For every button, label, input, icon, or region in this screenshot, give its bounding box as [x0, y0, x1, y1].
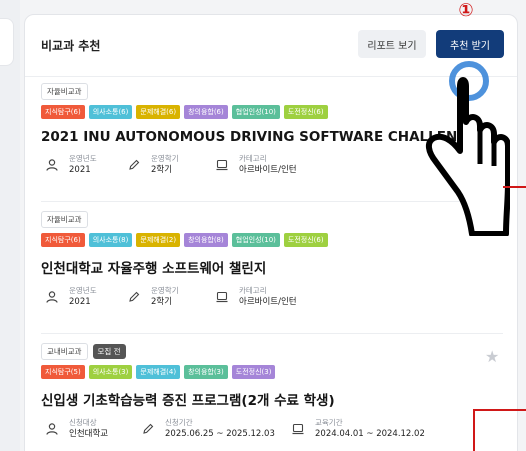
program-card[interactable]: 교내비교과 모집 전 지식탐구(5) 의사소통(3) 문제해결(4) 창의융합(…: [41, 342, 503, 443]
apply-period-value: 2025.06.25 ~ 2025.12.03: [165, 429, 275, 439]
recommend-button[interactable]: 추천 받기: [436, 30, 504, 58]
competency-tag: 의사소통(6): [88, 105, 133, 119]
red-annotation-line: [503, 186, 526, 188]
category-label: 카테고리: [239, 154, 267, 163]
competency-tag: 창의융합(3): [184, 365, 228, 379]
competency-tags: 지식탐구(5) 의사소통(3) 문제해결(4) 창의융합(3) 도전정신(3): [41, 365, 503, 379]
red-annotation-box-top: [473, 409, 526, 411]
competency-tag: 의사소통(8): [88, 233, 133, 247]
competency-tag: 의사소통(3): [88, 365, 133, 379]
person-icon: [41, 418, 63, 440]
edu-period-label: 교육기간: [315, 418, 343, 427]
pencil-icon: [123, 154, 145, 176]
person-icon: [41, 286, 63, 308]
competency-tag: 도전정신(6): [283, 233, 328, 247]
program-title[interactable]: 신입생 기초학습능력 증진 프로그램(2개 수료 학생): [41, 389, 503, 409]
competency-tag: 협업인성(10): [231, 105, 280, 119]
competency-tag: 지식탐구(5): [41, 365, 85, 379]
person-icon: [41, 154, 63, 176]
category-value: 아르바이트/인턴: [239, 297, 297, 307]
competency-tag: 문제해결(6): [136, 105, 181, 119]
target-label: 신청대상: [69, 418, 97, 427]
card-divider: [41, 333, 503, 334]
competency-tag: 창의융합(6): [184, 105, 228, 119]
laptop-icon: [211, 154, 233, 176]
pencil-icon: [137, 418, 159, 440]
semester-value: 2학기: [151, 297, 173, 307]
year-label: 운영년도: [69, 286, 97, 295]
report-button[interactable]: 리포트 보기: [358, 30, 426, 58]
program-title[interactable]: 인천대학교 자율주행 소프트웨어 챌린지: [41, 257, 503, 277]
recruit-status-badge: 모집 전: [92, 343, 126, 359]
semester-value: 2학기: [151, 165, 173, 175]
category-label: 카테고리: [239, 286, 267, 295]
edu-period-value: 2024.04.01 ~ 2024.12.02: [315, 429, 425, 439]
laptop-icon: [211, 286, 233, 308]
panel-title: 비교과 추천: [41, 39, 101, 53]
competency-tag: 지식탐구(6): [41, 105, 85, 119]
program-type-badge: 자율비교과: [41, 210, 88, 228]
competency-tag: 협업인성(10): [231, 233, 280, 247]
category-value: 아르바이트/인턴: [239, 165, 297, 175]
left-panel-card: [0, 18, 14, 66]
laptop-icon: [287, 418, 309, 440]
star-icon[interactable]: ★: [485, 347, 499, 366]
left-side-panel: [0, 0, 20, 451]
target-value: 인천대학교: [69, 429, 109, 439]
semester-label: 운영학기: [151, 154, 179, 163]
step-number-annotation: ①: [458, 0, 474, 21]
program-type-badge: 교내비교과: [41, 342, 88, 360]
competency-tag: 문제해결(4): [136, 365, 181, 379]
competency-tag: 창의융합(8): [184, 233, 228, 247]
year-label: 운영년도: [69, 154, 97, 163]
apply-period-label: 신청기간: [165, 418, 193, 427]
competency-tag: 도전정신(3): [231, 365, 276, 379]
red-annotation-box-left: [473, 409, 475, 451]
program-type-badge: 자율비교과: [41, 82, 88, 100]
semester-label: 운영학기: [151, 286, 179, 295]
pointing-hand-icon: [426, 61, 510, 236]
competency-tag: 도전정신(6): [283, 105, 328, 119]
year-value: 2021: [69, 297, 91, 307]
competency-tag: 문제해결(2): [136, 233, 181, 247]
pencil-icon: [123, 286, 145, 308]
competency-tag: 지식탐구(6): [41, 233, 85, 247]
year-value: 2021: [69, 165, 91, 175]
